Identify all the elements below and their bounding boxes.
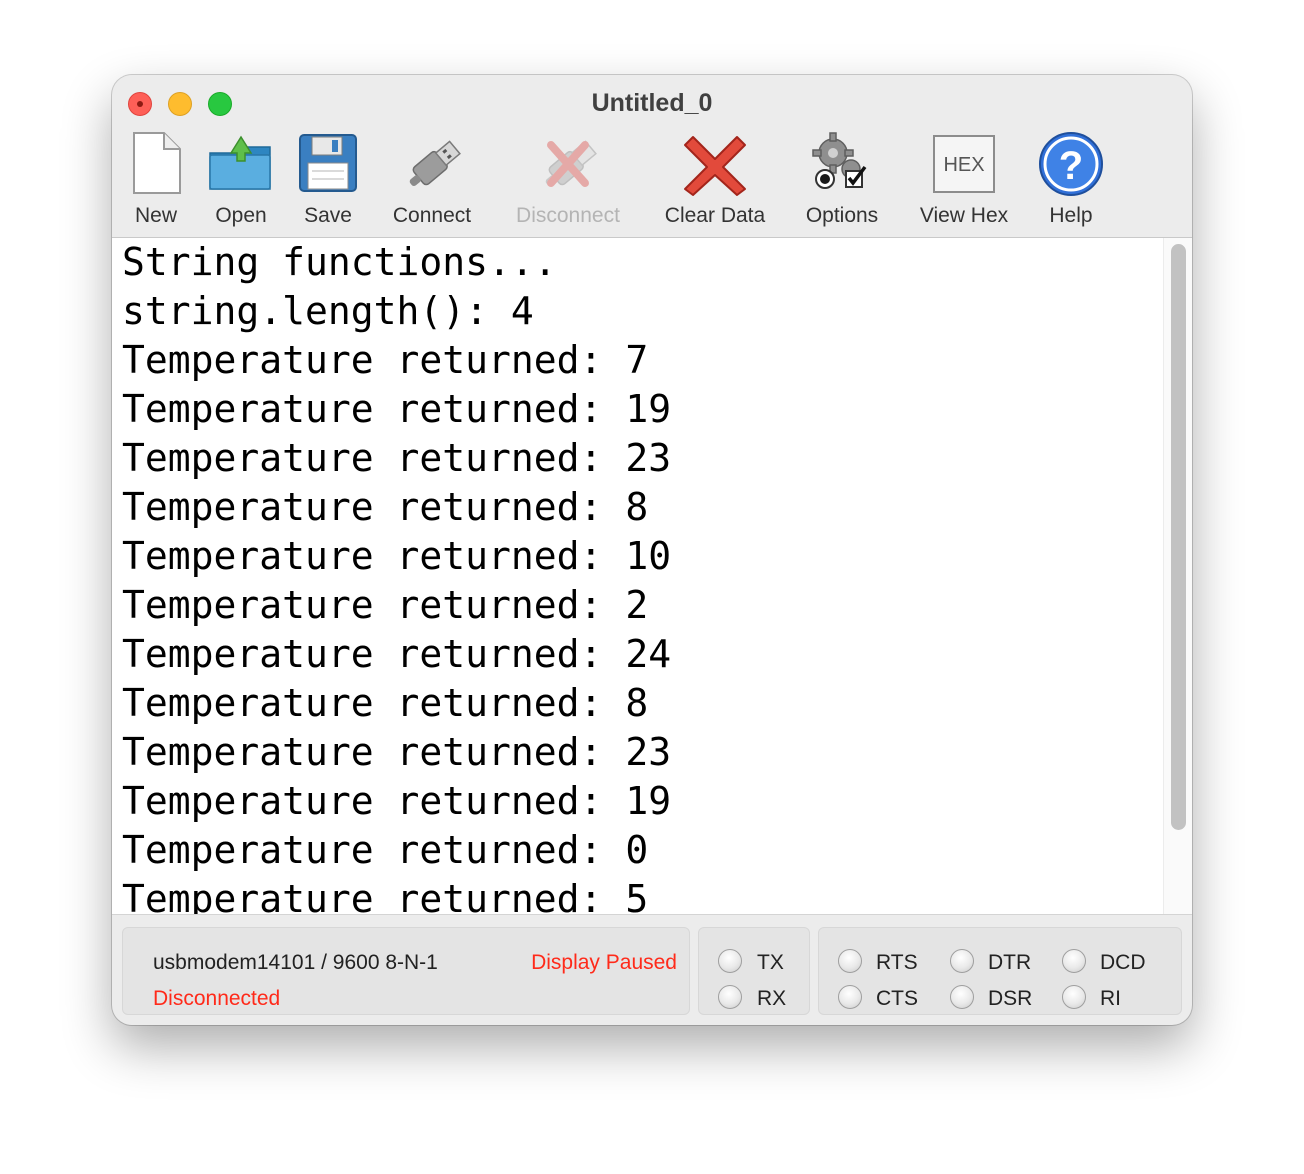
disconnect-label: Disconnect [516,204,620,227]
ri-label: RI [1100,987,1121,1010]
red-x-icon [684,136,746,196]
new-button[interactable]: New [126,131,186,237]
clear-data-button[interactable]: Clear Data [656,131,774,237]
app-window: Untitled_0 New Open Save Connect Disconn… [112,75,1192,1025]
save-button[interactable]: Save [298,131,358,237]
vertical-scrollbar[interactable] [1163,238,1192,914]
disconnect-button[interactable]: Disconnect [504,131,632,237]
connect-label: Connect [392,204,472,227]
view-hex-button[interactable]: HEX View Hex [912,131,1016,237]
dcd-label: DCD [1100,951,1146,974]
cts-indicator-led [838,985,862,1009]
rts-label: RTS [876,951,918,974]
console-line: Temperature returned: 24 [122,632,672,676]
rts-indicator-led [838,949,862,973]
console-line: Temperature returned: 19 [122,779,672,823]
help-label: Help [1049,204,1093,227]
tx-label: TX [757,951,784,974]
open-folder-icon [209,135,271,190]
window-title: Untitled_0 [591,89,713,117]
open-label: Open [215,204,267,227]
gears-options-icon [812,132,867,189]
control-lines-panel: RTS CTS DTR DSR DCD RI [818,927,1182,1015]
save-label: Save [304,204,352,227]
floppy-disk-icon [299,134,357,192]
connect-button[interactable]: Connect [382,131,482,237]
dtr-indicator-led [950,949,974,973]
dsr-indicator-led [950,985,974,1009]
new-document-icon [133,132,181,194]
serial-console-output[interactable]: String functions... string.length(): 4 T… [112,238,1192,915]
help-question-icon: ? [1039,132,1103,196]
view-hex-label: View Hex [919,204,1009,227]
open-button[interactable]: Open [204,131,278,237]
console-line: string.length(): 4 [122,289,534,333]
usb-disconnect-icon [545,140,597,187]
options-label: Options [805,204,879,227]
display-paused-text: Display Paused [531,951,677,974]
console-line: Temperature returned: 23 [122,730,672,774]
console-line: Temperature returned: 7 [122,338,649,382]
connection-state-text: Disconnected [153,987,281,1010]
dsr-label: DSR [988,987,1033,1010]
dtr-label: DTR [988,951,1032,974]
scrollbar-thumb[interactable] [1171,244,1186,830]
console-line: Temperature returned: 2 [122,583,649,627]
console-line: Temperature returned: 5 [122,877,649,915]
title-bar[interactable]: Untitled_0 [112,75,1192,131]
dcd-indicator-led [1062,949,1086,973]
console-line: Temperature returned: 0 [122,828,649,872]
console-line: Temperature returned: 23 [122,436,672,480]
help-icon-text: ? [1059,144,1083,188]
console-line: Temperature returned: 10 [122,534,672,578]
ri-indicator-led [1062,985,1086,1009]
tx-rx-panel: TX RX [698,927,810,1015]
help-button[interactable]: ? Help [1036,131,1106,237]
new-label: New [134,204,177,227]
usb-plug-icon [409,140,461,187]
options-button[interactable]: Options [796,131,888,237]
console-line: Temperature returned: 19 [122,387,672,431]
console-line: Temperature returned: 8 [122,485,649,529]
hex-icon: HEX [933,135,995,193]
rx-indicator-led [718,985,742,1009]
tx-indicator-led [718,949,742,973]
hex-icon-text: HEX [943,154,984,176]
rx-label: RX [757,987,787,1010]
toolbar: New Open Save Connect Disconnect Clear D… [112,131,1192,238]
console-line: String functions... [122,240,557,284]
connection-status-panel: usbmodem14101 / 9600 8-N-1 Disconnected … [122,927,690,1015]
clear-data-label: Clear Data [664,204,766,227]
port-settings-text: usbmodem14101 / 9600 8-N-1 [153,951,438,974]
console-lines: String functions... string.length(): 4 T… [122,238,672,915]
cts-label: CTS [876,987,918,1010]
status-bar: usbmodem14101 / 9600 8-N-1 Disconnected … [112,915,1192,1025]
console-line: Temperature returned: 8 [122,681,649,725]
